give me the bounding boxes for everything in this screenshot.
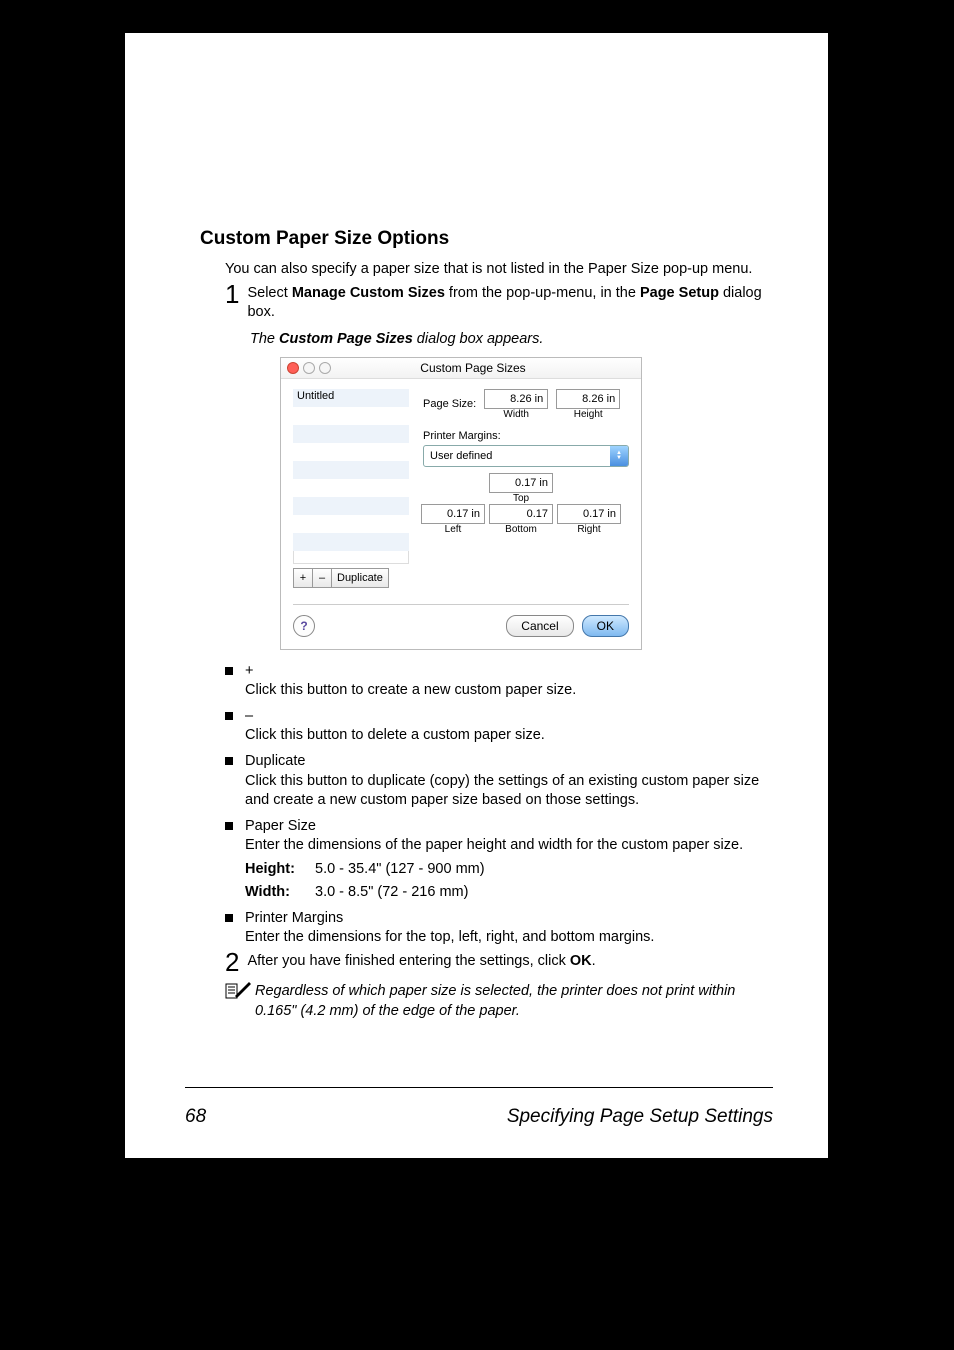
margin-top-caption: Top xyxy=(513,493,529,504)
bullet-plus: + Click this button to create a new cust… xyxy=(225,662,768,701)
margin-left-caption: Left xyxy=(445,524,462,535)
margin-bottom-input[interactable] xyxy=(489,504,553,524)
bullet-icon xyxy=(225,667,233,675)
height-input[interactable] xyxy=(556,389,620,409)
margin-right-caption: Right xyxy=(577,524,600,535)
bullet-duplicate: Duplicate Click this button to duplicate… xyxy=(225,752,768,811)
footer-rule xyxy=(185,1087,773,1088)
step-2: 2 After you have finished entering the s… xyxy=(225,952,768,972)
add-button[interactable]: + xyxy=(293,568,313,588)
minimize-icon[interactable] xyxy=(303,362,315,374)
step-1: 1 Select Manage Custom Sizes from the po… xyxy=(225,284,768,323)
note-icon xyxy=(225,982,255,1021)
bullet-printer-margins: Printer Margins Enter the dimensions for… xyxy=(225,909,768,948)
dialog-appears-caption: The Custom Page Sizes dialog box appears… xyxy=(250,331,768,347)
step-1-number: 1 xyxy=(225,284,239,323)
bullet-paper-size: Paper Size Enter the dimensions of the p… xyxy=(225,817,768,903)
heading-custom-paper-size: Custom Paper Size Options xyxy=(200,228,768,250)
size-list[interactable]: Untitled xyxy=(293,389,409,564)
margin-left-input[interactable] xyxy=(421,504,485,524)
note-text: Regardless of which paper size is select… xyxy=(255,982,768,1021)
close-icon[interactable] xyxy=(287,362,299,374)
width-caption: Width xyxy=(503,409,529,420)
printer-margins-label: Printer Margins: xyxy=(423,430,629,442)
custom-page-sizes-dialog: Custom Page Sizes Untitled + – xyxy=(280,357,642,650)
document-page: { "heading": "Custom Paper Size Options"… xyxy=(125,33,828,1158)
help-button[interactable]: ? xyxy=(293,615,315,637)
height-caption: Height xyxy=(574,409,603,420)
margin-right-input[interactable] xyxy=(557,504,621,524)
dialog-titlebar: Custom Page Sizes xyxy=(281,358,641,379)
page-number: 68 xyxy=(185,1106,206,1128)
bullet-minus: – Click this button to delete a custom p… xyxy=(225,707,768,746)
step-2-text: After you have finished entering the set… xyxy=(247,952,768,972)
ok-button[interactable]: OK xyxy=(582,615,629,637)
margins-preset-value: User defined xyxy=(424,446,610,466)
page-size-label: Page Size: xyxy=(423,398,476,410)
section-title: Specifying Page Setup Settings xyxy=(507,1106,773,1128)
intro-paragraph: You can also specify a paper size that i… xyxy=(225,260,768,280)
margins-preset-select[interactable]: User defined ▲▼ xyxy=(423,445,629,467)
bullet-icon xyxy=(225,757,233,765)
bullet-icon xyxy=(225,712,233,720)
remove-button[interactable]: – xyxy=(313,568,332,588)
cancel-button[interactable]: Cancel xyxy=(506,615,573,637)
step-1-text: Select Manage Custom Sizes from the pop-… xyxy=(247,284,768,323)
step-2-number: 2 xyxy=(225,952,239,972)
margin-bottom-caption: Bottom xyxy=(505,524,537,535)
duplicate-button[interactable]: Duplicate xyxy=(332,568,389,588)
width-input[interactable] xyxy=(484,389,548,409)
chevron-updown-icon: ▲▼ xyxy=(610,446,628,466)
list-item[interactable]: Untitled xyxy=(293,389,409,407)
zoom-icon[interactable] xyxy=(319,362,331,374)
note: Regardless of which paper size is select… xyxy=(225,982,768,1021)
dialog-title: Custom Page Sizes xyxy=(335,361,611,375)
margin-top-input[interactable] xyxy=(489,473,553,493)
bullet-icon xyxy=(225,822,233,830)
bullet-icon xyxy=(225,914,233,922)
